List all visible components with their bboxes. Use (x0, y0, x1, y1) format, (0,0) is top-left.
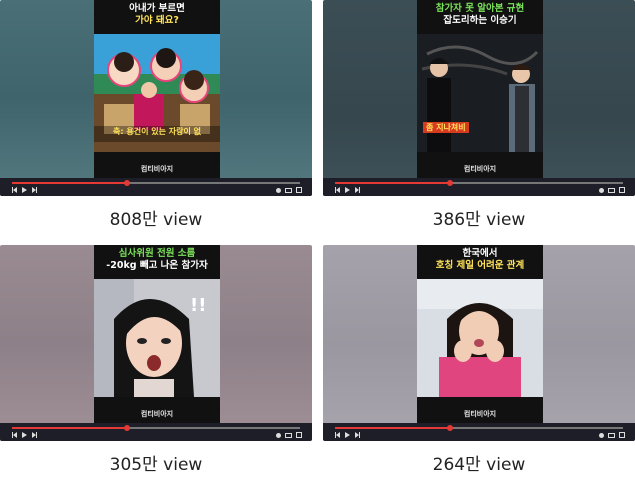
playback-controls (335, 432, 360, 438)
video-title: 참가자 못 알아본 규현 잡도리하는 이승기 (417, 3, 543, 27)
playback-controls (12, 432, 37, 438)
theater-mode-icon[interactable] (608, 432, 615, 438)
settings-icon[interactable] (599, 432, 604, 438)
video-card-2[interactable]: 참가자 못 알아본 규현 잡도리하는 이승기 좀 지나쳐비 컴티비아지 386만… (323, 0, 635, 235)
fullscreen-icon[interactable] (619, 187, 625, 193)
video-title: 아내가 부르면 가야 돼요? (94, 3, 220, 27)
progress-bar[interactable] (335, 425, 623, 431)
skip-forward-icon[interactable] (355, 187, 360, 193)
progress-bar[interactable] (12, 425, 300, 431)
skip-back-icon[interactable] (12, 432, 17, 438)
video-title: 심사위원 전원 소름 -20kg 빼고 나온 참가자 (94, 248, 220, 272)
progress-fill (335, 427, 451, 429)
video-subtitle: 좀 지나쳐비 (423, 122, 469, 133)
video-title-line1: 한국에서 (462, 248, 498, 259)
play-icon[interactable] (22, 432, 27, 438)
progress-bar[interactable] (12, 180, 300, 186)
progress-fill (12, 182, 128, 184)
view-count: 264만 view (432, 455, 526, 475)
playback-controls (12, 187, 37, 193)
video-thumbnail[interactable]: 참가자 못 알아본 규현 잡도리하는 이승기 좀 지나쳐비 컴티비아지 (417, 0, 543, 178)
player-controls (0, 178, 312, 196)
video-thumbnail[interactable]: 한국에서 호칭 제일 어려운 관계 컴티비아지 (417, 245, 543, 423)
video-player[interactable]: 아내가 부르면 가야 돼요? 축: 용건이 있는 자랑이 없 컴티비아지 (0, 0, 312, 196)
settings-icon[interactable] (276, 432, 281, 438)
video-title-line2: 가야 돼요? (135, 15, 179, 26)
fullscreen-icon[interactable] (296, 187, 302, 193)
video-player[interactable]: 한국에서 호칭 제일 어려운 관계 컴티비아지 (323, 245, 635, 441)
skip-forward-icon[interactable] (355, 432, 360, 438)
view-count: 808만 view (109, 210, 203, 230)
channel-watermark: 컴티비아지 (140, 165, 174, 173)
theater-mode-icon[interactable] (285, 187, 292, 193)
video-player[interactable]: 심사위원 전원 소름 -20kg 빼고 나온 참가자 !! 컴티비아지 (0, 245, 312, 441)
view-count: 386만 view (432, 210, 526, 230)
view-controls (599, 432, 625, 438)
video-card-3[interactable]: 심사위원 전원 소름 -20kg 빼고 나온 참가자 !! 컴티비아지 305만… (0, 245, 312, 480)
channel-watermark: 컴티비아지 (463, 410, 497, 418)
view-controls (599, 187, 625, 193)
video-card-4[interactable]: 한국에서 호칭 제일 어려운 관계 컴티비아지 264만 view (323, 245, 635, 480)
settings-icon[interactable] (276, 187, 281, 193)
channel-watermark: 컴티비아지 (463, 165, 497, 173)
skip-forward-icon[interactable] (32, 187, 37, 193)
fullscreen-icon[interactable] (296, 432, 302, 438)
video-thumbnail[interactable]: 심사위원 전원 소름 -20kg 빼고 나온 참가자 !! 컴티비아지 (94, 245, 220, 423)
progress-knob[interactable] (124, 425, 131, 431)
channel-watermark: 컴티비아지 (140, 410, 174, 418)
skip-back-icon[interactable] (335, 187, 340, 193)
progress-knob[interactable] (124, 180, 131, 186)
skip-forward-icon[interactable] (32, 432, 37, 438)
video-subtitle: 축: 용건이 있는 자랑이 없 (113, 127, 201, 136)
video-grid: 아내가 부르면 가야 돼요? 축: 용건이 있는 자랑이 없 컴티비아지 808… (0, 0, 635, 481)
thumbnail-image (417, 279, 543, 397)
play-icon[interactable] (345, 432, 350, 438)
view-controls (276, 432, 302, 438)
video-title-line1: 참가자 못 알아본 규현 (435, 3, 525, 14)
video-player[interactable]: 참가자 못 알아본 규현 잡도리하는 이승기 좀 지나쳐비 컴티비아지 (323, 0, 635, 196)
play-icon[interactable] (22, 187, 27, 193)
progress-knob[interactable] (447, 180, 454, 186)
video-card-1[interactable]: 아내가 부르면 가야 돼요? 축: 용건이 있는 자랑이 없 컴티비아지 808… (0, 0, 312, 235)
thumbnail-image: !! (94, 279, 220, 397)
video-title-line2: -20kg 빼고 나온 참가자 (106, 260, 208, 271)
thumbnail-image: 축: 용건이 있는 자랑이 없 (94, 34, 220, 152)
video-title-line1: 아내가 부르면 (129, 3, 185, 14)
player-controls (0, 423, 312, 441)
video-title-line1: 심사위원 전원 소름 (118, 248, 196, 259)
thumbnail-image: 좀 지나쳐비 (417, 34, 543, 152)
video-title-line2: 잡도리하는 이승기 (443, 15, 517, 26)
fullscreen-icon[interactable] (619, 432, 625, 438)
theater-mode-icon[interactable] (285, 432, 292, 438)
progress-fill (12, 427, 128, 429)
progress-knob[interactable] (447, 425, 454, 431)
video-title-line2: 호칭 제일 어려운 관계 (435, 260, 525, 271)
player-controls (323, 423, 635, 441)
playback-controls (335, 187, 360, 193)
video-subtitle: !! (190, 295, 207, 316)
skip-back-icon[interactable] (335, 432, 340, 438)
settings-icon[interactable] (599, 187, 604, 193)
skip-back-icon[interactable] (12, 187, 17, 193)
theater-mode-icon[interactable] (608, 187, 615, 193)
play-icon[interactable] (345, 187, 350, 193)
video-thumbnail[interactable]: 아내가 부르면 가야 돼요? 축: 용건이 있는 자랑이 없 컴티비아지 (94, 0, 220, 178)
view-count: 305만 view (109, 455, 203, 475)
video-title: 한국에서 호칭 제일 어려운 관계 (417, 248, 543, 272)
progress-bar[interactable] (335, 180, 623, 186)
progress-fill (335, 182, 451, 184)
player-controls (323, 178, 635, 196)
view-controls (276, 187, 302, 193)
